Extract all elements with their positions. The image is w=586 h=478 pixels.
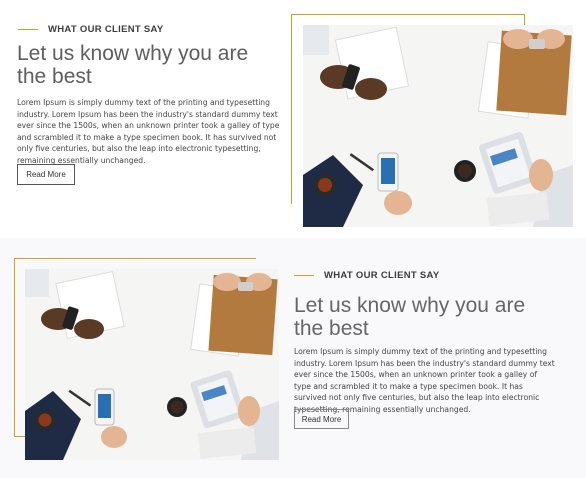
testimonial-section-1: WHAT OUR CLIENT SAY Let us know why you … bbox=[0, 0, 586, 238]
headline-line-2: the best bbox=[294, 317, 369, 340]
desk-meeting-photo bbox=[25, 269, 279, 460]
desk-meeting-photo bbox=[303, 25, 573, 227]
section-body-text: Lorem Ipsum is simply dummy text of the … bbox=[294, 347, 555, 414]
eyebrow-text: WHAT OUR CLIENT SAY bbox=[48, 24, 164, 35]
accent-line bbox=[18, 28, 38, 31]
read-more-button[interactable]: Read More bbox=[17, 164, 75, 185]
headline-line-1: Let us know why you are bbox=[17, 42, 249, 65]
headline-line-2: the best bbox=[17, 65, 92, 88]
read-more-button[interactable]: Read More bbox=[294, 409, 349, 429]
section-headline: Let us know why you are the best bbox=[17, 42, 287, 88]
section-eyebrow: WHAT OUR CLIENT SAY bbox=[294, 270, 439, 281]
section-eyebrow: WHAT OUR CLIENT SAY bbox=[18, 24, 163, 35]
testimonial-section-2: WHAT OUR CLIENT SAY Let us know why you … bbox=[0, 238, 586, 478]
headline-line-1: Let us know why you are bbox=[294, 294, 526, 317]
eyebrow-text: WHAT OUR CLIENT SAY bbox=[324, 270, 440, 281]
section-headline: Let us know why you are the best bbox=[294, 294, 574, 340]
accent-line bbox=[294, 274, 314, 277]
section-body-text: Lorem Ipsum is simply dummy text of the … bbox=[17, 98, 280, 165]
